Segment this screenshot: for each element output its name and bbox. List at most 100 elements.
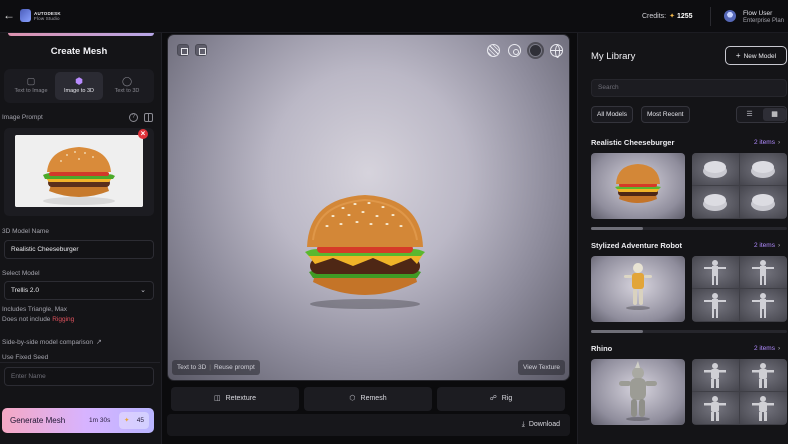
credit-star-icon: ✦: [669, 13, 675, 20]
rig-button[interactable]: ☍ Rig: [437, 387, 565, 411]
cube-color-icon: ⬢: [75, 76, 83, 86]
chevron-right-icon: ›: [777, 139, 781, 146]
create-mesh-panel: Create Mesh ▢ Text to Image ⬢ Image to 3…: [0, 33, 162, 444]
variant-thumb[interactable]: [740, 153, 787, 185]
model-select-dropdown[interactable]: Trellis 2.0 ⌄: [4, 281, 154, 300]
chevron-right-icon: ›: [777, 345, 781, 352]
includes-note: Includes Triangle, Max: [2, 306, 68, 313]
section-count-label: 2 items: [754, 242, 775, 249]
library-item-cheeseburger[interactable]: [591, 153, 685, 219]
image-prompt-label: Image Prompt: [2, 114, 43, 121]
variant-thumb[interactable]: [692, 153, 739, 185]
autodesk-logo-icon: [20, 9, 31, 22]
variant-thumb[interactable]: [740, 186, 787, 218]
reuse-prompt-button[interactable]: Reuse prompt: [214, 364, 255, 371]
mesh-tools-row: ◫ Retexture ⬡ Remesh ☍ Rig: [167, 387, 570, 413]
comparison-link[interactable]: Side-by-side model comparison ↗: [2, 338, 102, 346]
excludes-note: Does not include Rigging: [2, 316, 74, 323]
back-arrow-icon[interactable]: ←: [3, 9, 15, 21]
variant-thumb[interactable]: [740, 359, 787, 391]
variant-thumb[interactable]: [692, 289, 739, 321]
rig-label: Rig: [501, 395, 513, 402]
chevron-right-icon: ›: [777, 242, 781, 249]
prompt-source-label: Text to 3D: [177, 364, 207, 371]
matcap-shading-icon[interactable]: [487, 44, 500, 57]
remesh-label: Remesh: [360, 395, 387, 402]
variant-thumb[interactable]: [692, 256, 739, 288]
3d-viewport[interactable]: Text to 3D | Reuse prompt View Texture: [167, 34, 570, 381]
library-section-title: Realistic Cheeseburger: [591, 138, 675, 147]
sneaker-icon: ◯: [122, 76, 133, 86]
carousel-scroll-thumb[interactable]: [591, 227, 643, 230]
cheeseburger-3d-model[interactable]: [293, 190, 438, 310]
remesh-button[interactable]: ⬡ Remesh: [304, 387, 432, 411]
section-count-label: 2 items: [754, 345, 775, 352]
mode-text-to-3d[interactable]: ◯ Text to 3D: [103, 72, 151, 100]
variant-thumb[interactable]: [692, 359, 739, 391]
seed-input[interactable]: Enter Name: [4, 367, 154, 386]
library-section-count[interactable]: 2 items ›: [754, 242, 780, 249]
user-avatar[interactable]: [724, 10, 736, 22]
environment-globe-icon[interactable]: [550, 44, 563, 58]
download-button[interactable]: ⤓ Download: [522, 414, 560, 436]
retexture-button[interactable]: ◫ Retexture: [171, 387, 299, 411]
sort-most-recent[interactable]: Most Recent: [641, 106, 690, 123]
variant-thumb[interactable]: [740, 392, 787, 424]
remove-image-icon[interactable]: ×: [138, 129, 148, 139]
user-plan: Enterprise Plan: [743, 18, 785, 24]
solid-shading-icon[interactable]: [529, 44, 542, 57]
panel-accent-bar: [8, 33, 154, 36]
external-link-icon: ↗: [96, 339, 102, 346]
credits-display: Credits: ✦ 1255: [642, 12, 693, 20]
view-texture-button[interactable]: View Texture: [518, 360, 565, 375]
download-icon: ⤓: [521, 421, 525, 428]
mode-image-to-3d[interactable]: ⬢ Image to 3D: [55, 72, 103, 100]
library-section-title: Rhino: [591, 344, 613, 353]
variant-thumb[interactable]: [692, 186, 739, 218]
focus-target-icon[interactable]: [508, 44, 521, 57]
mode-text-to-image[interactable]: ▢ Text to Image: [7, 72, 55, 100]
download-bar: ⤓ Download: [167, 414, 570, 436]
library-item-rhino[interactable]: [591, 359, 685, 425]
chevron-down-icon: ⌄: [140, 287, 146, 294]
carousel-scroll-thumb[interactable]: [591, 330, 643, 333]
library-item-cheeseburger-variants[interactable]: [692, 153, 787, 219]
variant-thumb[interactable]: [692, 392, 739, 424]
library-section-count[interactable]: 2 items ›: [754, 139, 780, 146]
library-item-robot-variants[interactable]: [692, 256, 787, 322]
wireframe-toggle-icon[interactable]: [177, 44, 189, 56]
top-bar: ← AUTODESK Flow Studio Credits: ✦ 1255 Flo…: [0, 0, 788, 33]
image-prompt-dropzone[interactable]: [4, 128, 154, 216]
library-section-count[interactable]: 2 items ›: [754, 345, 780, 352]
mode-label: Text to Image: [14, 88, 48, 94]
download-label: Download: [528, 421, 560, 428]
guide-book-icon[interactable]: [144, 113, 153, 122]
model-name-input[interactable]: Realistic Cheeseburger: [4, 240, 154, 259]
plus-icon: +: [735, 51, 741, 60]
generate-cost: ✦ 45: [119, 412, 149, 429]
new-model-button[interactable]: + New Model: [725, 46, 787, 65]
library-title: My Library: [591, 51, 636, 62]
fit-view-icon[interactable]: [195, 44, 207, 56]
help-icon[interactable]: ?: [129, 113, 138, 122]
generate-mesh-button[interactable]: Generate Mesh 1m 30s ✦ 45: [2, 408, 154, 433]
excludes-prefix: Does not include: [2, 316, 51, 323]
library-search-input[interactable]: Search: [591, 79, 787, 97]
library-item-robot[interactable]: [591, 256, 685, 322]
credits-label: Credits:: [642, 13, 667, 20]
filter-all-models[interactable]: All Models: [591, 106, 633, 123]
separator: |: [209, 364, 211, 371]
model-select-value: Trellis 2.0: [11, 287, 39, 294]
grid-view-icon[interactable]: ▦: [763, 108, 786, 121]
brand-line2: Flow Studio: [34, 16, 60, 21]
variant-thumb[interactable]: [740, 289, 787, 321]
library-item-rhino-variants[interactable]: [692, 359, 787, 425]
rig-bone-icon: ☍: [489, 395, 497, 402]
variant-thumb[interactable]: [740, 256, 787, 288]
prompt-source-bar: Text to 3D | Reuse prompt: [172, 360, 260, 375]
panel-title: Create Mesh: [50, 46, 108, 57]
user-name[interactable]: Flow User: [743, 10, 772, 17]
mode-label: Text to 3D: [114, 88, 140, 94]
list-view-icon[interactable]: ☰: [738, 108, 761, 121]
select-model-label: Select Model: [2, 270, 40, 277]
